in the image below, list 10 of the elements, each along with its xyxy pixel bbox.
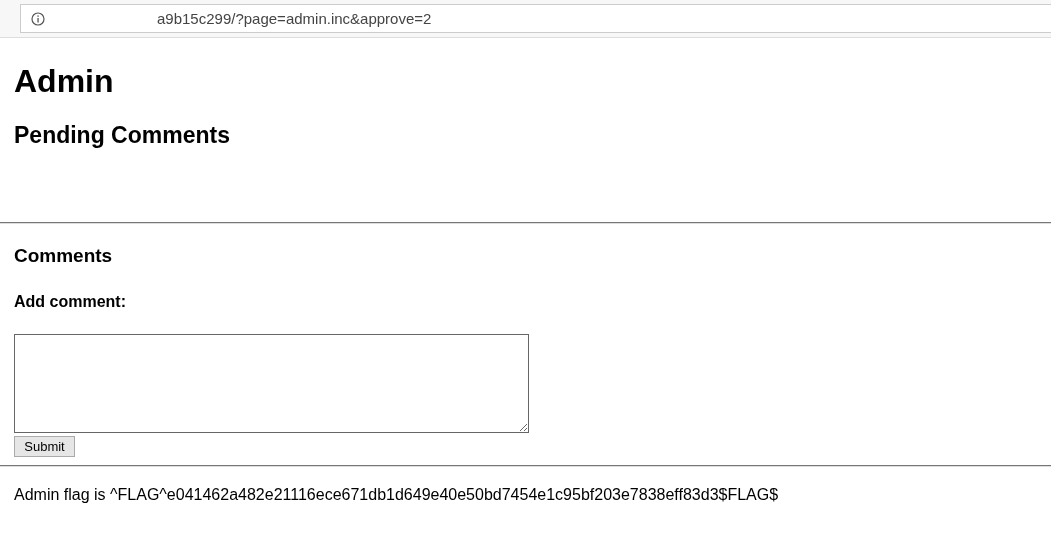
section-heading: Comments (14, 244, 114, 268)
section-heading: Pending Comments (14, 121, 231, 150)
comment-field[interactable] (14, 334, 529, 433)
submit-button[interactable]: Submit (14, 436, 75, 457)
url-text: a9b15c299/?page=admin.inc&approve=2 (157, 10, 432, 27)
field-label: Add comment: (14, 292, 127, 312)
address-bar[interactable]: a9b15c299/?page=admin.inc&approve=2 (20, 4, 1051, 33)
info-icon[interactable] (31, 11, 45, 26)
page-title: Admin (14, 62, 115, 101)
flag-text: Admin flag is ^FLAG^e041462a482e21116ece671db1d649e40e50bd7454e1c95bf203e7838eff83d3$FLAG$ (14, 486, 780, 504)
